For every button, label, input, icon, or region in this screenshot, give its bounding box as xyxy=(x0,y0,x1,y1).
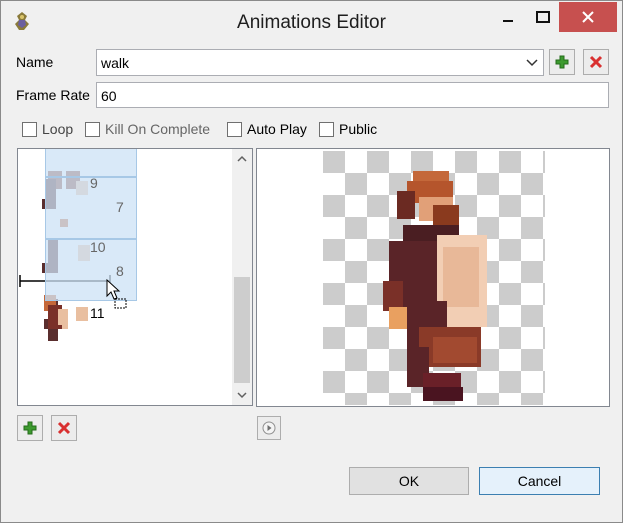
cancel-button[interactable]: Cancel xyxy=(479,467,600,495)
frames-scrollbar[interactable] xyxy=(232,149,252,405)
auto-play-label: Auto Play xyxy=(247,121,307,137)
title-bar: Animations Editor xyxy=(1,1,622,41)
add-icon xyxy=(23,421,37,435)
ok-button[interactable]: OK xyxy=(349,467,469,495)
add-icon xyxy=(555,55,569,69)
delete-animation-button[interactable] xyxy=(583,49,609,75)
name-label: Name xyxy=(16,54,54,70)
minimize-icon xyxy=(503,20,513,22)
delete-icon xyxy=(589,55,603,69)
frames-list[interactable]: 6 9 7 10 8 11 xyxy=(17,148,253,406)
maximize-button[interactable] xyxy=(530,2,556,32)
frame-label-9: 9 xyxy=(90,175,98,191)
frame-rate-label: Frame Rate xyxy=(16,87,90,103)
delete-frame-button[interactable] xyxy=(51,415,77,441)
frame-rate-value: 60 xyxy=(101,88,117,104)
animations-editor-window: Animations Editor Name walk Frame Rate 6… xyxy=(0,0,623,523)
chevron-down-icon xyxy=(526,59,538,67)
chevron-down-icon[interactable] xyxy=(237,391,247,399)
public-label: Public xyxy=(339,121,378,137)
auto-play-check[interactable] xyxy=(227,121,242,137)
chevron-up-icon[interactable] xyxy=(237,155,247,163)
scrollbar-thumb[interactable] xyxy=(234,277,250,383)
name-value: walk xyxy=(101,55,130,71)
name-select[interactable]: walk xyxy=(96,49,544,76)
loop-checkbox[interactable]: Loop xyxy=(22,119,73,139)
public-checkbox[interactable]: Public xyxy=(319,119,377,139)
animation-preview xyxy=(256,148,610,407)
frame-rate-input[interactable]: 60 xyxy=(96,82,609,108)
play-icon xyxy=(262,421,276,435)
frame-label-11: 11 xyxy=(90,305,105,321)
play-button[interactable] xyxy=(257,416,281,440)
add-animation-button[interactable] xyxy=(549,49,575,75)
drag-frame-6[interactable] xyxy=(45,149,137,177)
close-icon xyxy=(582,11,594,23)
frame-label-8: 8 xyxy=(116,263,124,279)
delete-icon xyxy=(57,421,71,435)
frame-label-10: 10 xyxy=(90,239,106,255)
auto-play-checkbox[interactable]: Auto Play xyxy=(227,119,307,139)
kill-on-complete-check[interactable] xyxy=(85,121,100,137)
maximize-icon xyxy=(536,11,550,23)
close-button[interactable] xyxy=(559,2,617,32)
kill-on-complete-checkbox[interactable]: Kill On Complete xyxy=(85,119,210,139)
preview-canvas xyxy=(323,151,545,405)
frame-label-7: 7 xyxy=(116,199,124,215)
kill-on-complete-label: Kill On Complete xyxy=(105,121,211,137)
public-check[interactable] xyxy=(319,121,334,137)
frame-label-6: 6 xyxy=(116,149,124,151)
loop-check[interactable] xyxy=(22,121,37,137)
add-frame-button[interactable] xyxy=(17,415,43,441)
minimize-button[interactable] xyxy=(486,2,530,32)
loop-label: Loop xyxy=(42,121,74,137)
drag-cursor-icon xyxy=(106,279,127,309)
